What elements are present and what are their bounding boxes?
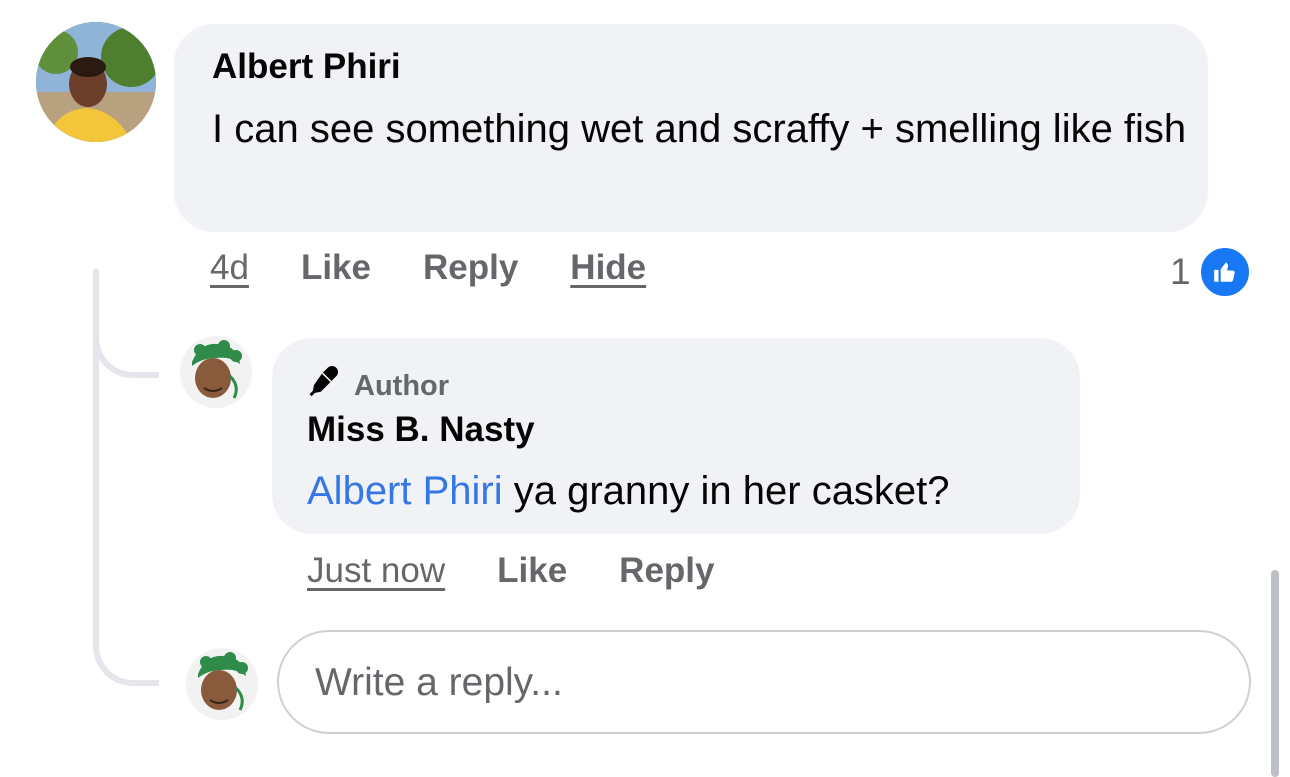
reply-timestamp[interactable]: Just now: [307, 551, 445, 591]
reply-text: Albert Phiri ya granny in her casket?: [307, 462, 950, 520]
reply-actions: Just now Like Reply: [307, 551, 766, 591]
like-button[interactable]: Like: [301, 248, 371, 288]
commenter-avatar[interactable]: [36, 22, 156, 142]
mention-link[interactable]: Albert Phiri: [307, 469, 503, 513]
reply-author-avatar[interactable]: [180, 336, 252, 408]
reply-message: ya granny in her casket?: [502, 469, 950, 513]
reply-reply-button[interactable]: Reply: [619, 551, 714, 591]
microphone-icon: [306, 364, 342, 408]
author-badge: Author: [306, 364, 449, 408]
reply-author[interactable]: Miss B. Nasty: [307, 410, 535, 450]
reply-like-button[interactable]: Like: [497, 551, 567, 591]
comment-text: I can see something wet and scraffy + sm…: [212, 107, 1187, 151]
reaction-summary[interactable]: 1: [1170, 246, 1251, 298]
comment-timestamp[interactable]: 4d: [210, 248, 249, 288]
scrollbar[interactable]: [1271, 570, 1279, 777]
comment-actions: 4d Like Reply Hide: [210, 248, 698, 288]
current-user-avatar: [186, 648, 258, 720]
reply-input[interactable]: [313, 632, 1197, 734]
thread-connector: [93, 318, 159, 378]
hide-button[interactable]: Hide: [570, 248, 646, 288]
author-badge-label: Author: [354, 369, 450, 402]
thumbs-up-icon: [1198, 246, 1251, 298]
comment-author[interactable]: Albert Phiri: [212, 47, 401, 87]
thread-connector: [93, 620, 159, 686]
reply-button[interactable]: Reply: [423, 248, 518, 288]
reply-composer[interactable]: [277, 630, 1251, 734]
reaction-count: 1: [1170, 251, 1191, 292]
